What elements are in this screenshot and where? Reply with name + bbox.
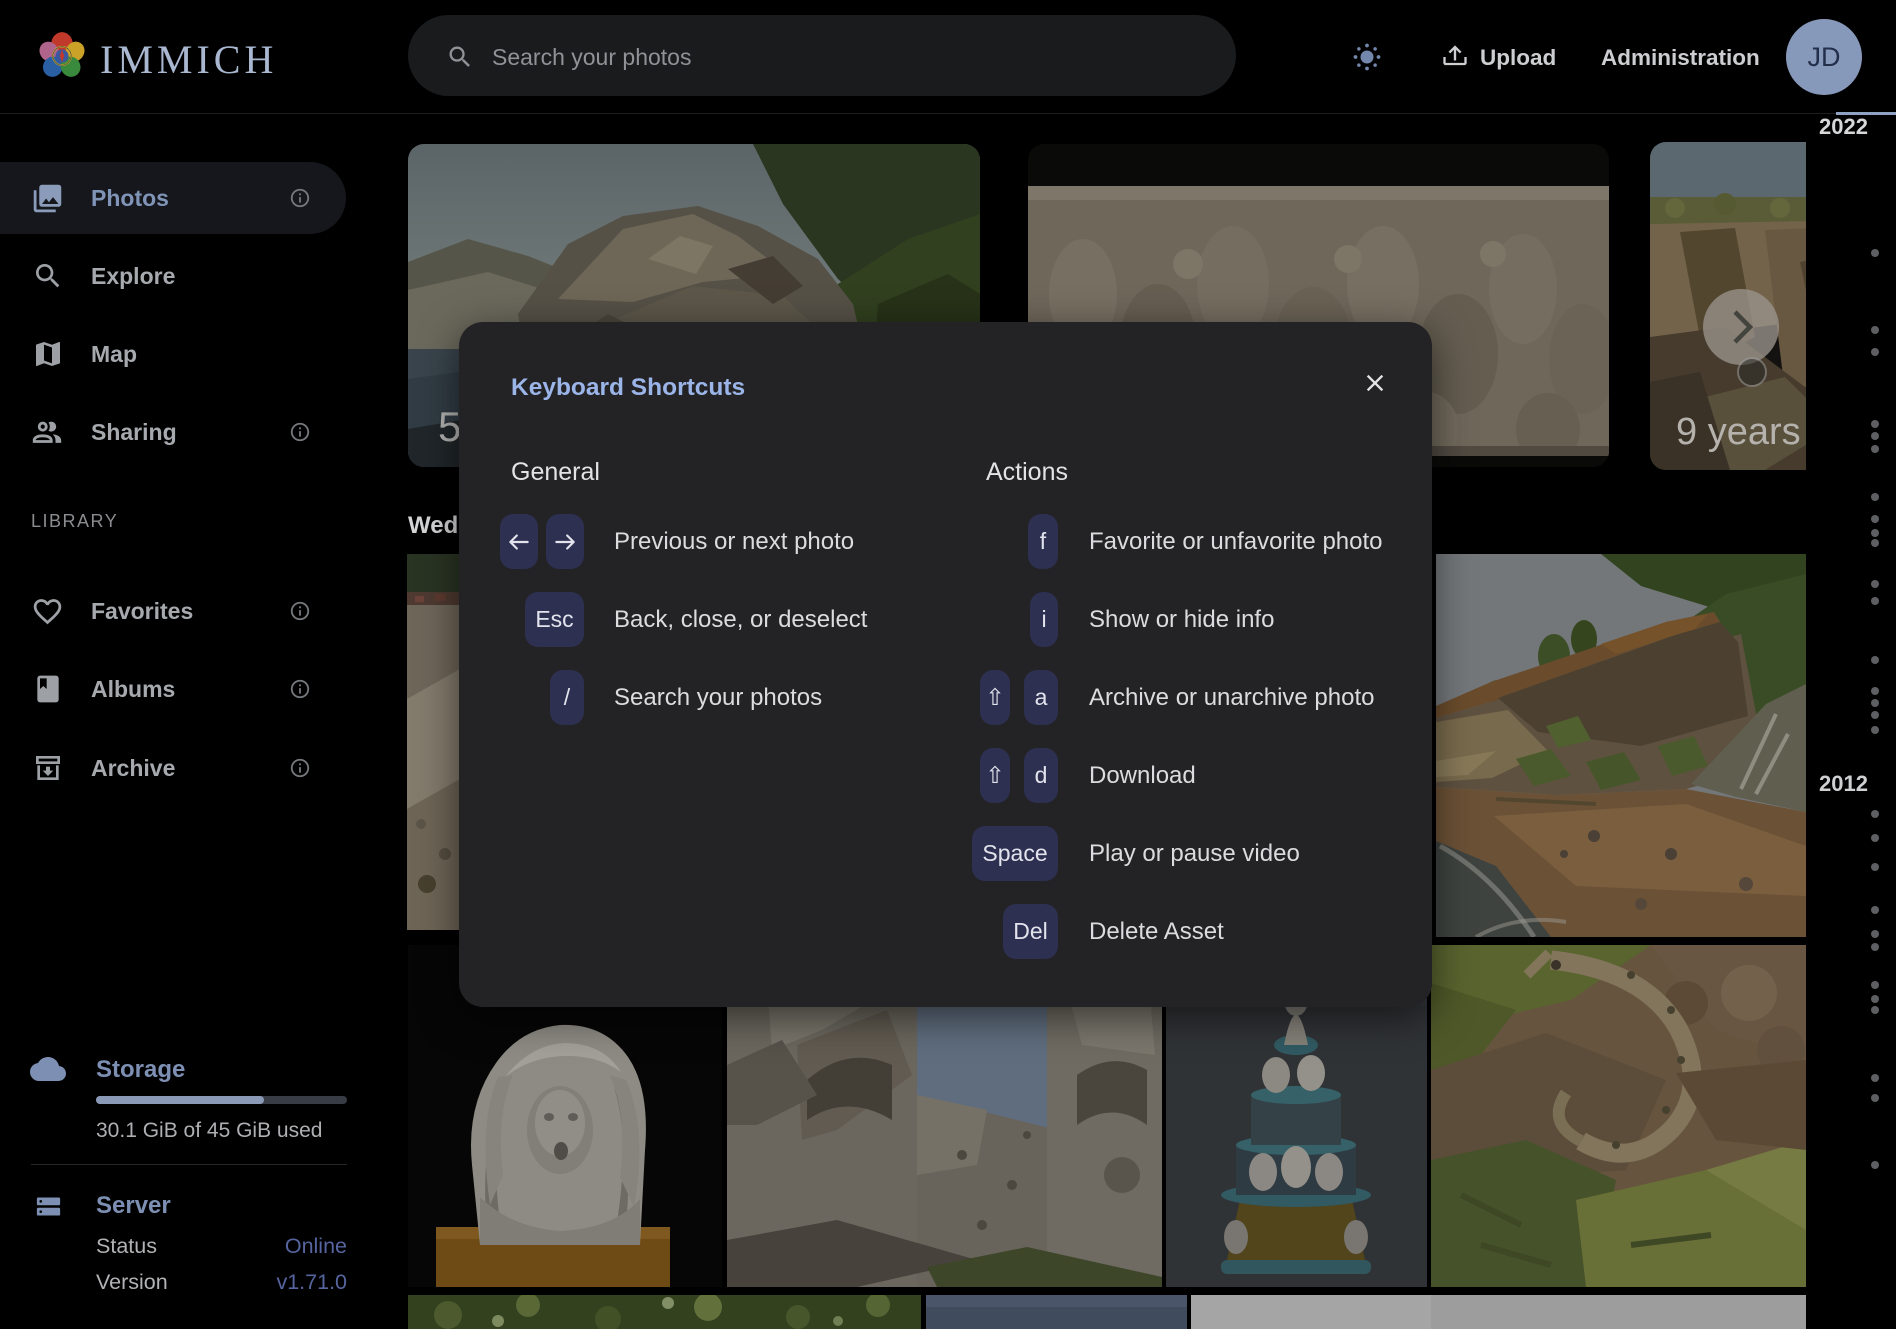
svg-text:9 years sin: 9 years sin bbox=[1676, 411, 1806, 453]
